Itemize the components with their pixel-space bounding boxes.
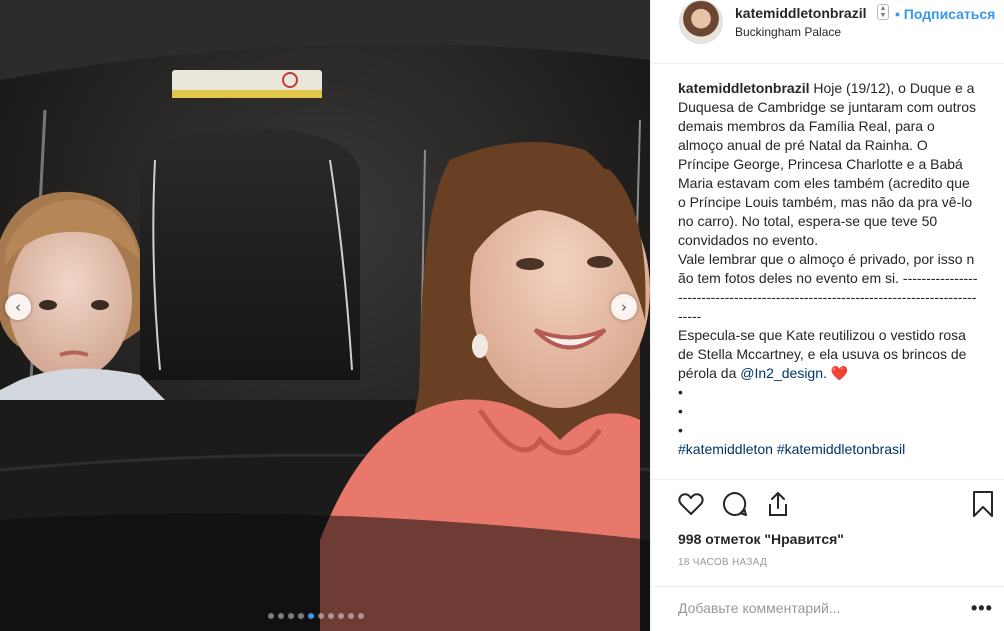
comment-box: ••• (651, 586, 1004, 631)
hashtag-link[interactable]: #katemiddleton (678, 441, 773, 457)
mention-link[interactable]: @In2_design (740, 365, 823, 381)
post-timestamp[interactable]: 18 ЧАСОВ НАЗАД (678, 557, 767, 568)
carousel-dot (278, 613, 284, 619)
carousel-dot (268, 613, 274, 619)
caption-bullet: • (678, 422, 683, 438)
caption-bullet: • (678, 384, 683, 400)
caption-paragraph-2: Vale lembrar que o almoço é privado, por… (678, 251, 978, 324)
avatar[interactable] (679, 0, 723, 44)
more-options-icon[interactable]: ••• (971, 598, 993, 619)
post-photo: ‹ › (0, 0, 650, 631)
carousel-dot (298, 613, 304, 619)
post-header: katemiddletonbrazil ▲ ▼ • Подписаться Buc… (651, 0, 1004, 64)
carousel-dot (308, 613, 314, 619)
caption-text: Hoje (19/12), o Duque e a Duquesa de Cam… (678, 80, 977, 248)
post-actions: 998 отметок "Нравится" 18 ЧАСОВ НАЗАД (651, 479, 1004, 599)
caption-username[interactable]: katemiddletonbrazil (678, 80, 809, 96)
follow-button[interactable]: • Подписаться (895, 6, 995, 22)
caption-bullet: • (678, 403, 683, 419)
carousel-dot (348, 613, 354, 619)
carousel-next-button[interactable]: › (611, 294, 637, 320)
carousel-prev-button[interactable]: ‹ (5, 294, 31, 320)
carousel-dot (288, 613, 294, 619)
post-location[interactable]: Buckingham Palace (735, 25, 841, 39)
post-caption: katemiddletonbrazil Hoje (19/12), o Duqu… (678, 79, 978, 479)
post-username[interactable]: katemiddletonbrazil (735, 5, 866, 21)
comment-icon[interactable] (721, 490, 749, 518)
heart-icon[interactable] (677, 490, 705, 518)
carousel-dot (358, 613, 364, 619)
carousel-dot (338, 613, 344, 619)
bookmark-icon[interactable] (969, 490, 997, 518)
carousel-indicator (268, 613, 364, 619)
photo-car-scene (0, 0, 650, 631)
carousel-dot (318, 613, 324, 619)
post-side-panel: katemiddletonbrazil ▲ ▼ • Подписаться Buc… (650, 0, 1004, 631)
likes-count[interactable]: 998 отметок "Нравится" (678, 531, 844, 547)
share-icon[interactable] (764, 490, 792, 518)
comment-input[interactable] (678, 597, 948, 619)
caption-paragraph-3-end: . ❤️ (823, 365, 849, 381)
carousel-dot (328, 613, 334, 619)
hashtag-link[interactable]: #katemiddletonbrasil (777, 441, 905, 457)
sort-icon: ▲ ▼ (877, 4, 889, 20)
